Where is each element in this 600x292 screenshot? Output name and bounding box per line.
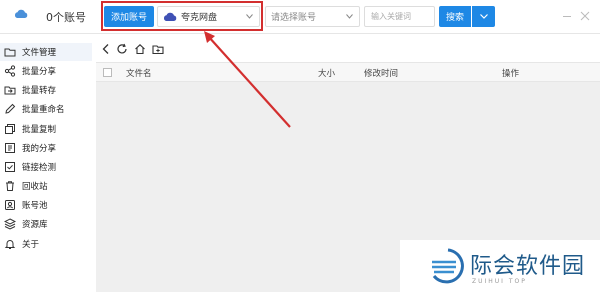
sidebar-item-label: 批量重命名	[22, 105, 65, 115]
account-count-label: 0个账号	[46, 11, 86, 24]
column-header-filename: 文件名	[126, 69, 152, 79]
sidebar-item-account-pool[interactable]: 账号池	[0, 196, 92, 214]
minimize-icon[interactable]	[563, 16, 571, 17]
sidebar-item-file-manage[interactable]: 文件管理	[0, 43, 92, 61]
table-header: 文件名 大小 修改时间 操作	[96, 62, 600, 82]
watermark-text: 际会软件园	[470, 254, 586, 279]
annotation-highlight-box	[101, 1, 263, 31]
sidebar-item-about[interactable]: 关于	[0, 235, 92, 253]
column-header-actions: 操作	[502, 69, 520, 79]
account-select[interactable]: 请选择账号	[265, 6, 360, 27]
home-icon[interactable]	[134, 43, 146, 55]
sidebar-item-my-share[interactable]: 我的分享	[0, 139, 92, 157]
sidebar-item-recycle-bin[interactable]: 回收站	[0, 177, 92, 195]
refresh-icon[interactable]	[116, 43, 128, 55]
trash-icon	[6, 181, 14, 191]
sidebar-item-label: 关于	[22, 240, 40, 250]
sidebar-item-library[interactable]: 资源库	[0, 215, 92, 233]
sidebar-item-label: 我的分享	[22, 144, 57, 154]
cloud-logo-icon	[14, 9, 28, 18]
top-bar: 0个账号 添加账号 夸克网盘 请选择账号 输入关键词 搜索	[0, 0, 600, 34]
sidebar-item-label: 账号池	[22, 201, 48, 211]
close-icon[interactable]	[580, 11, 590, 21]
search-button[interactable]: 搜索	[439, 6, 471, 27]
watermark-subtext: ZUIHUI TOP	[472, 278, 527, 285]
chevron-down-icon	[346, 14, 353, 19]
bell-icon	[4, 240, 16, 249]
search-dropdown-button[interactable]	[472, 6, 495, 27]
sidebar-item-label: 资源库	[22, 220, 48, 230]
sidebar-item-label: 批量转存	[22, 86, 57, 96]
folder-icon	[4, 48, 16, 57]
select-all-checkbox[interactable]	[103, 68, 112, 77]
column-header-size: 大小	[318, 69, 336, 79]
library-icon	[4, 218, 16, 230]
link-check-icon	[5, 162, 15, 172]
sidebar-item-batch-transfer[interactable]: 批量转存	[0, 81, 92, 99]
new-folder-icon[interactable]	[152, 43, 164, 55]
account-select-placeholder: 请选择账号	[271, 13, 317, 23]
sidebar-item-label: 链接检测	[22, 163, 57, 173]
back-icon[interactable]	[100, 43, 112, 55]
chevron-down-icon	[479, 14, 488, 19]
sidebar-item-batch-share[interactable]: 批量分享	[0, 62, 92, 80]
sidebar-item-label: 回收站	[22, 182, 48, 192]
share-icon	[4, 65, 16, 77]
watermark: 际会软件园 ZUIHUI TOP	[400, 240, 600, 292]
column-header-modified: 修改时间	[364, 69, 399, 79]
file-toolbar	[96, 36, 600, 62]
keyword-input-placeholder: 输入关键词	[371, 12, 411, 21]
keyword-input[interactable]: 输入关键词	[364, 6, 435, 27]
copy-icon	[5, 124, 15, 134]
account-pool-icon	[5, 200, 15, 210]
transfer-icon	[4, 86, 16, 95]
my-share-icon	[5, 143, 15, 153]
sidebar-item-label: 批量分享	[22, 67, 57, 77]
sidebar-item-batch-copy[interactable]: 批量复制	[0, 120, 92, 138]
rename-icon	[5, 103, 16, 114]
sidebar-item-link-check[interactable]: 链接检测	[0, 158, 92, 176]
sidebar-item-label: 批量复制	[22, 125, 57, 135]
sidebar-item-label: 文件管理	[22, 48, 57, 58]
sidebar-item-batch-rename[interactable]: 批量重命名	[0, 100, 92, 118]
watermark-logo-icon	[432, 248, 464, 284]
